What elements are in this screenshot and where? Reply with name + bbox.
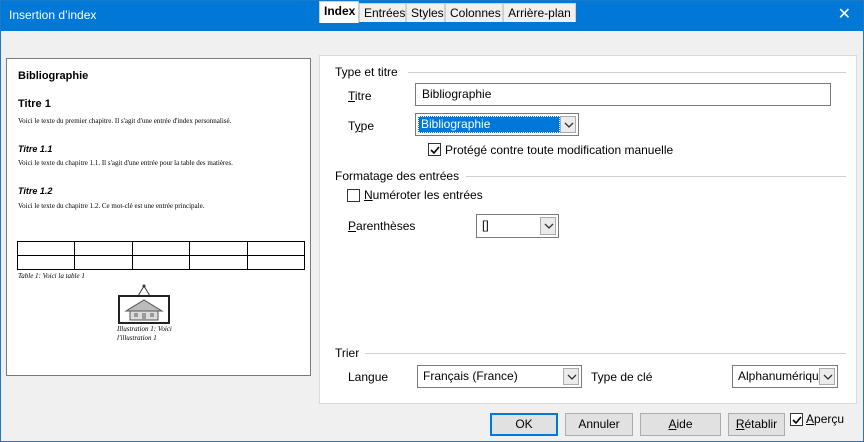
chevron-down-icon[interactable] [540,217,556,235]
dialog-window: Insertion d’index ✕ Bibliographie Titre … [0,0,864,442]
type-select[interactable]: Bibliographie [415,113,579,136]
tab-index[interactable]: Index [319,1,359,23]
preview-illustration [118,295,170,324]
separator [408,72,846,73]
apercu-label[interactable]: Aperçu [806,412,844,426]
preview-title-1: Titre 1 [18,98,51,110]
parentheses-select[interactable]: [] [476,214,559,238]
apercu-checkbox[interactable] [790,413,803,426]
annuler-button[interactable]: Annuler [565,413,633,436]
aide-button[interactable]: Aide [640,413,721,436]
close-icon[interactable]: ✕ [838,6,851,24]
preview-title-1-1: Titre 1.1 [18,144,53,154]
preview-illustration-caption-line2: l'illustration 1 [117,334,157,342]
separator [365,353,846,354]
titre-input[interactable]: Bibliographie [415,83,831,106]
preview-text-1: Voici le texte du premier chapitre. Il s… [18,117,232,125]
tab-entrees[interactable]: Entrées [359,3,406,22]
preview-text-1-1: Voici le texte du chapitre 1.1. Il s'agi… [18,159,233,167]
parentheses-label: Parenthèses [348,219,416,233]
ok-button[interactable]: OK [490,413,558,436]
tab-arriere-plan[interactable]: Arrière-plan [503,3,576,22]
retablir-button[interactable]: Rétablir [728,413,785,436]
type-cle-select[interactable]: Alphanumérique [732,365,838,388]
protege-label[interactable]: Protégé contre toute modification manuel… [445,143,673,157]
chevron-down-icon[interactable] [563,368,579,385]
preview-text-1-2: Voici le texte du chapitre 1.2. Ce mot-c… [18,202,205,210]
house-picture-icon [120,297,168,322]
preview-table-caption: Table 1: Voici la table 1 [18,272,85,280]
checkmark-icon [430,146,440,155]
separator [466,176,846,177]
chevron-down-icon[interactable] [819,368,835,385]
section-type-titre: Type et titre [335,65,398,79]
preview-illustration-caption-line1: Illustration 1: Voici [117,325,172,333]
preview-title-1-2: Titre 1.2 [18,186,53,196]
protege-checkbox[interactable] [428,143,441,156]
langue-label: Langue [348,370,389,384]
preview-pane: Bibliographie Titre 1 Voici le texte du … [6,58,311,376]
type-select-value: Bibliographie [421,117,491,131]
tab-styles[interactable]: Styles [406,3,445,22]
langue-select[interactable]: Français (France) [417,365,582,388]
section-trier: Trier [335,346,360,360]
type-cle-select-value: Alphanumérique [738,369,826,383]
section-formatage: Formatage des entrées [335,169,460,183]
chevron-down-icon[interactable] [560,116,576,133]
checkmark-icon [792,416,802,425]
titre-label: Titre [348,89,372,103]
parentheses-select-value: [] [482,218,489,232]
numeroter-label[interactable]: Numéroter les entrées [364,188,483,202]
titre-input-value: Bibliographie [422,87,492,101]
hanging-wire-icon [137,284,151,297]
preview-heading: Bibliographie [18,70,89,82]
window-title: Insertion d’index [9,8,97,22]
type-label: Type [348,119,375,133]
langue-select-value: Français (France) [423,369,518,383]
preview-table [16,241,306,270]
type-cle-label: Type de clé [591,370,653,384]
numeroter-checkbox[interactable] [347,189,360,202]
tab-colonnes[interactable]: Colonnes [445,3,503,22]
